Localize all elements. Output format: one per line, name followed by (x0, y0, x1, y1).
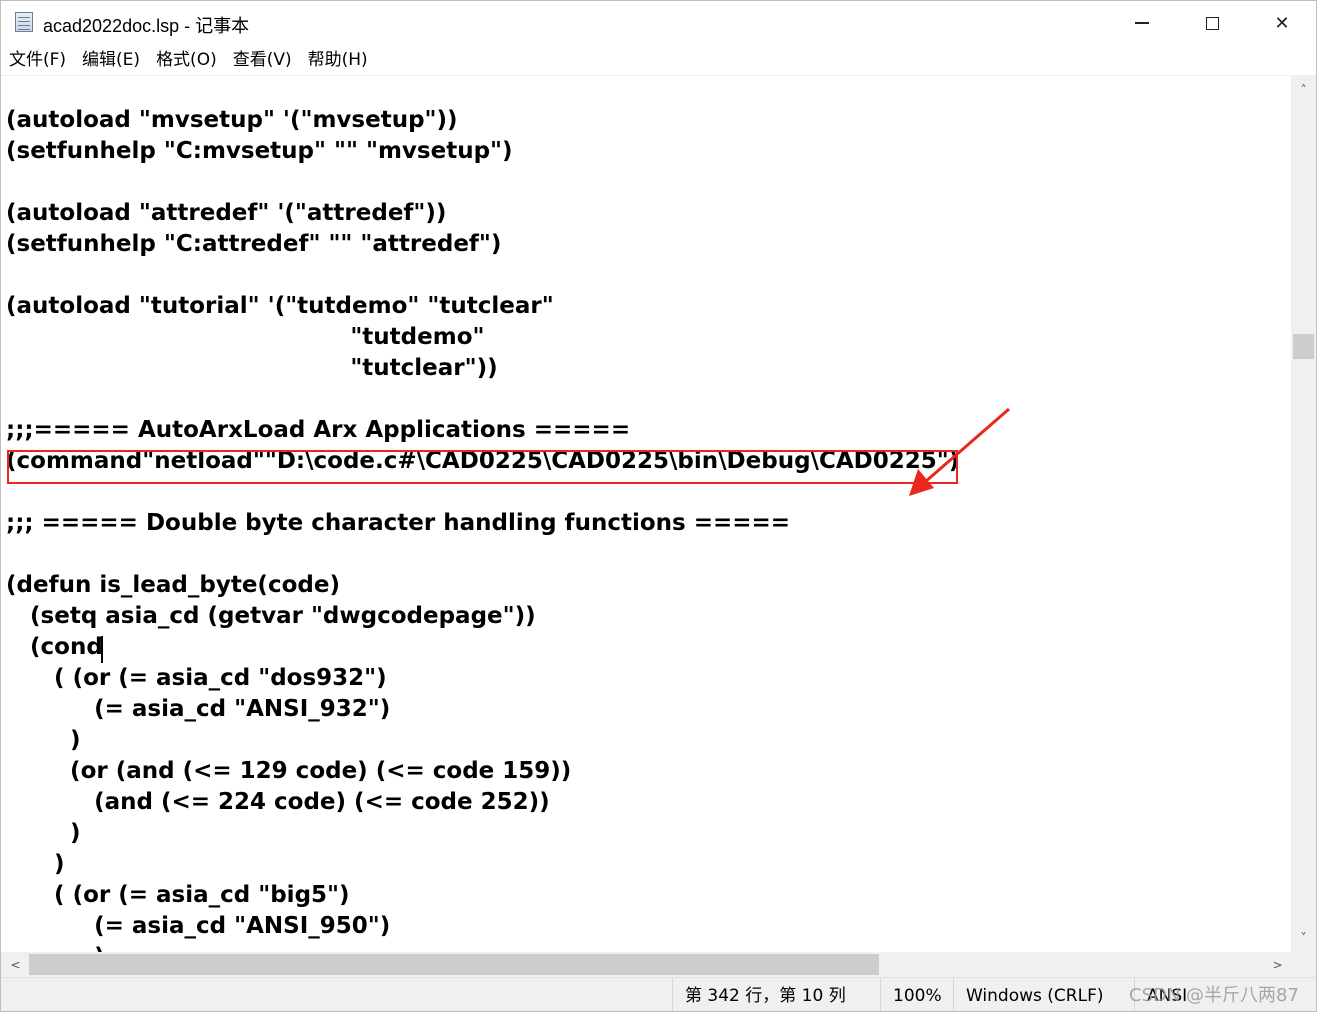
minimize-button[interactable] (1107, 1, 1177, 45)
minimize-icon (1135, 22, 1149, 24)
annotation-arrow-icon (909, 407, 1010, 496)
scrollbar-corner (1291, 952, 1316, 977)
title-bar: acad2022doc.lsp - 记事本 ✕ (1, 1, 1316, 45)
watermark: CSDN @半斤八两87 (1129, 985, 1299, 1006)
scroll-left-icon[interactable]: < (3, 952, 28, 977)
editor-text[interactable]: (autoload "mvsetup" '("mvsetup")) (setfu… (6, 105, 959, 952)
scroll-down-icon[interactable]: ˅ (1291, 926, 1316, 950)
text-caret (101, 636, 103, 663)
text-editor-area[interactable]: (autoload "mvsetup" '("mvsetup")) (setfu… (1, 76, 1291, 952)
status-cursor-position: 第 342 行，第 10 列 (672, 978, 880, 1011)
status-zoom: 100% (880, 978, 953, 1011)
vertical-scroll-thumb[interactable] (1293, 334, 1314, 359)
menu-view[interactable]: 查看(V) (225, 45, 300, 75)
window-title: acad2022doc.lsp - 记事本 (43, 16, 250, 36)
maximize-icon (1205, 16, 1219, 30)
menu-file[interactable]: 文件(F) (1, 45, 74, 75)
close-button[interactable]: ✕ (1247, 1, 1316, 45)
status-line-ending: Windows (CRLF) (953, 978, 1134, 1011)
close-icon: ✕ (1274, 12, 1290, 34)
menu-edit[interactable]: 编辑(E) (74, 45, 148, 75)
vertical-scrollbar[interactable]: ˄ ˅ (1291, 76, 1316, 952)
scroll-up-icon[interactable]: ˄ (1291, 78, 1316, 102)
horizontal-scroll-thumb[interactable] (29, 954, 879, 975)
notepad-icon (15, 12, 33, 32)
menu-help[interactable]: 帮助(H) (300, 45, 376, 75)
status-bar: 第 342 行，第 10 列 100% Windows (CRLF) ANSI (1, 977, 1316, 1011)
notepad-window: acad2022doc.lsp - 记事本 ✕ 文件(F) 编辑(E) 格式(O… (0, 0, 1317, 1012)
maximize-button[interactable] (1177, 1, 1247, 45)
menu-format[interactable]: 格式(O) (148, 45, 225, 75)
scroll-right-icon[interactable]: > (1265, 952, 1290, 977)
horizontal-scrollbar[interactable]: < > (1, 952, 1291, 977)
annotation-highlight-box (7, 450, 958, 484)
menu-bar: 文件(F) 编辑(E) 格式(O) 查看(V) 帮助(H) (1, 45, 1316, 76)
